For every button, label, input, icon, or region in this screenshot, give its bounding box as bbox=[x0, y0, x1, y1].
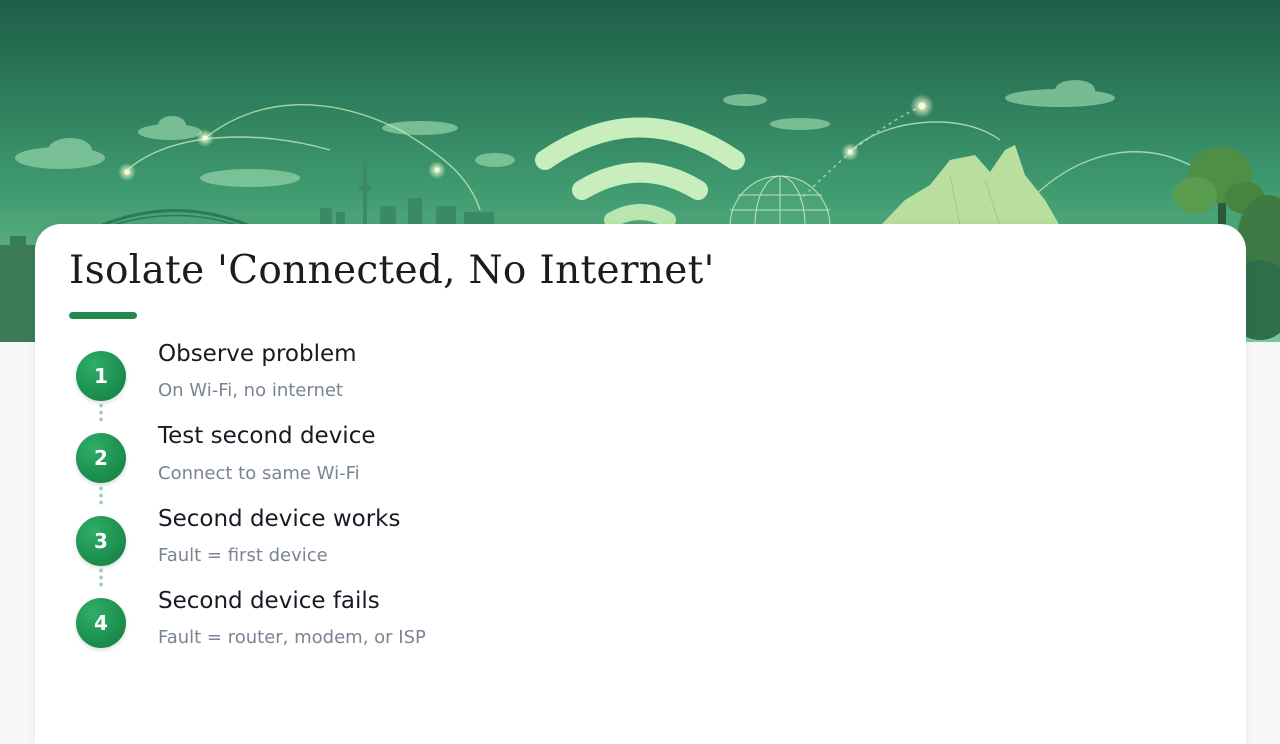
step-connector bbox=[99, 485, 103, 507]
step-connector bbox=[99, 402, 103, 424]
step-title: Second device works bbox=[158, 506, 401, 532]
step-4: 4 Second device fails Fault = router, mo… bbox=[35, 224, 735, 648]
step-number-badge: 3 bbox=[76, 516, 126, 566]
step-number-badge: 1 bbox=[76, 351, 126, 401]
step-subtitle: Connect to same Wi-Fi bbox=[158, 463, 360, 484]
title-underline bbox=[69, 312, 137, 319]
step-title: Second device fails bbox=[158, 588, 380, 614]
step-title: Observe problem bbox=[158, 341, 357, 367]
step-title: Test second device bbox=[158, 423, 376, 449]
step-subtitle: Fault = router, modem, or ISP bbox=[158, 627, 426, 648]
step-subtitle: On Wi-Fi, no internet bbox=[158, 380, 343, 401]
content-card: Isolate 'Connected, No Internet' 1 Obser… bbox=[35, 224, 1246, 744]
step-number-badge: 2 bbox=[76, 433, 126, 483]
step-number-badge: 4 bbox=[76, 598, 126, 648]
step-connector bbox=[99, 567, 103, 589]
step-subtitle: Fault = first device bbox=[158, 545, 328, 566]
